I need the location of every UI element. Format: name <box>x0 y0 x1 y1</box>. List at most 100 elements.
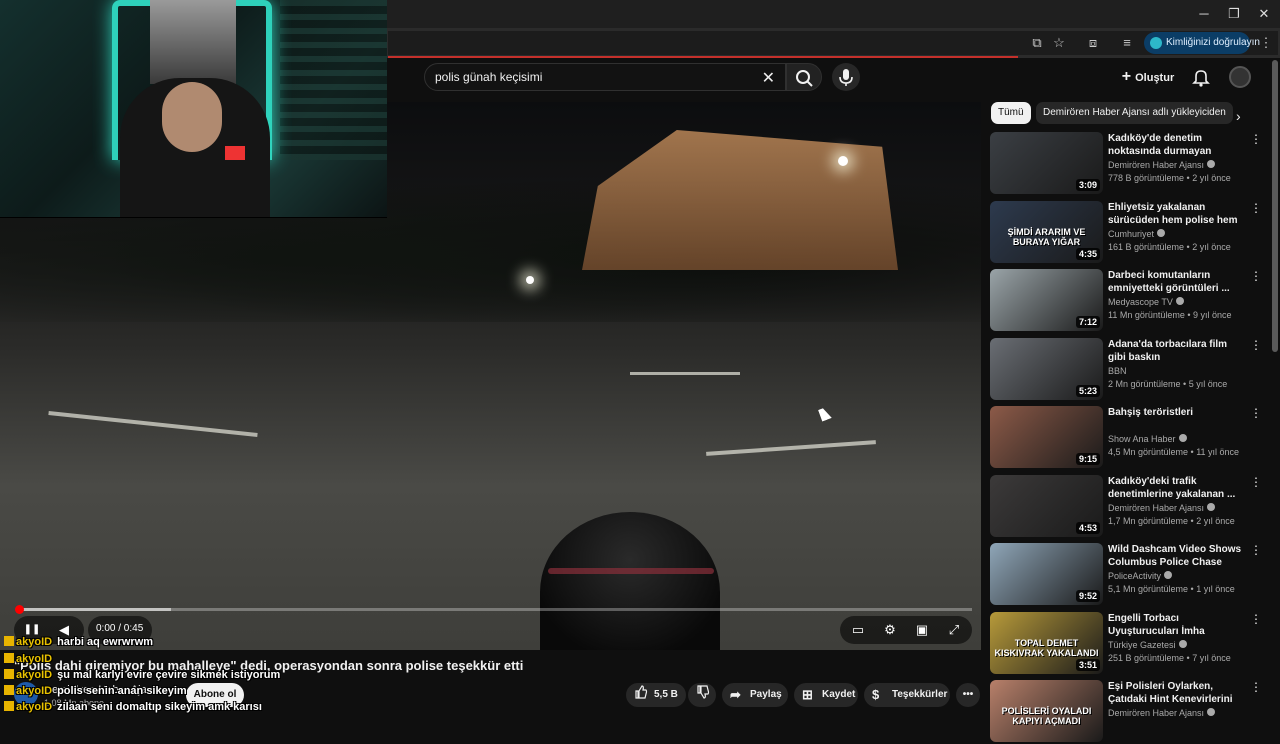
more-options-icon[interactable]: ⋮ <box>1250 543 1262 559</box>
recommendation-meta: 5,1 Mn görüntüleme • 1 yıl önce <box>1108 584 1235 594</box>
chat-text: şu mal karlyi evire çevire sikmek istiyo… <box>57 669 281 681</box>
chat-badge-icon <box>4 669 14 679</box>
chat-badge-icon <box>4 685 14 695</box>
bookmark-star-icon[interactable]: ☆ <box>1050 34 1068 52</box>
voice-search-button[interactable] <box>832 63 860 91</box>
video-thumbnail[interactable]: POLİSLERİ OYALADI KAPIYI AÇMADI <box>990 680 1103 742</box>
create-button[interactable]: + Oluştur <box>1114 63 1182 91</box>
account-avatar[interactable] <box>1229 66 1251 88</box>
recommendation-channel[interactable]: Demirören Haber Ajansı <box>1108 708 1248 718</box>
recommendation-title[interactable]: Kadıköy'deki trafik denetimlerine yakala… <box>1108 475 1246 501</box>
recommendation-channel[interactable]: Cumhuriyet <box>1108 228 1248 239</box>
chevron-right-icon[interactable]: › <box>1236 108 1250 124</box>
recommendation-title[interactable]: Ehliyetsiz yakalanan sürücüden hem polis… <box>1108 201 1246 227</box>
progress-bar[interactable] <box>15 605 972 614</box>
recommendation-channel[interactable]: PoliceActivity <box>1108 571 1248 581</box>
recommendation-title[interactable]: Adana'da torbacılara film gibi baskın <box>1108 338 1246 364</box>
subtitles-icon[interactable]: ▭ <box>848 620 868 640</box>
chip-from-uploader[interactable]: Demirören Haber Ajansı adlı yükleyiciden <box>1036 102 1233 124</box>
video-thumbnail[interactable]: 7:12 <box>990 269 1103 331</box>
recommendation-title[interactable]: Bahşiş teröristleri <box>1108 406 1246 419</box>
more-options-icon[interactable]: ⋮ <box>1250 475 1262 491</box>
video-duration: 4:35 <box>1075 247 1100 260</box>
video-thumbnail[interactable]: 4:53 <box>990 474 1103 537</box>
scrubber-handle[interactable] <box>15 605 24 614</box>
video-thumbnail[interactable]: ŞİMDİ ARARIM VE BURAYA YIĞAR 4:35 <box>990 200 1103 263</box>
theater-mode-icon[interactable]: ▣ <box>912 620 932 640</box>
video-streetlight <box>838 156 848 166</box>
video-thumbnail[interactable]: 5:23 <box>990 337 1103 400</box>
share-button[interactable]: ➦ Paylaş <box>722 683 788 707</box>
recommendation-item[interactable]: 5:23 Adana'da torbacılara film gibi baskı… <box>990 337 1265 402</box>
verified-check-icon <box>1164 571 1173 579</box>
close-window-button[interactable]: ✕ <box>1248 4 1280 24</box>
dislike-button[interactable] <box>688 683 716 707</box>
recommendation-channel[interactable]: Demirören Haber Ajansı <box>1108 160 1248 170</box>
recommendation-title[interactable]: Wild Dashcam Video Shows Columbus Police… <box>1108 543 1246 569</box>
media-control-icon[interactable]: ≡ <box>1118 34 1136 52</box>
create-label: Oluştur <box>1135 72 1175 84</box>
more-options-icon[interactable]: ⋮ <box>1250 201 1262 217</box>
recommendation-item[interactable]: 7:12 Darbeci komutanların emniyetteki gör… <box>990 269 1265 333</box>
clear-search-icon[interactable]: ✕ <box>762 68 775 88</box>
recommendation-title[interactable]: Kadıköy'de denetim noktasında durmayan o… <box>1108 132 1246 158</box>
video-thumbnail[interactable]: 3:09 <box>990 132 1103 194</box>
more-options-icon[interactable]: ⋮ <box>1250 406 1262 422</box>
channel-label: Cumhuriyet <box>1108 228 1155 239</box>
webcam-microphone <box>225 146 245 160</box>
recommendation-title[interactable]: Engelli Torbacı Uyuşturucuları İmha Edem… <box>1108 612 1246 638</box>
restore-button[interactable]: ❐ <box>1218 4 1250 24</box>
more-options-icon[interactable]: ⋮ <box>1250 269 1262 285</box>
fullscreen-icon[interactable]: ⤢ <box>944 620 964 640</box>
like-button[interactable]: 5,5 B <box>626 683 686 707</box>
chat-message: akyoID polis senin anan sikeyim <box>4 685 187 699</box>
recommendation-title[interactable]: Eşi Polisleri Oylarken, Çatıdaki Hint Ke… <box>1108 680 1246 706</box>
profile-verify-button[interactable]: Kimliğinizi doğrulayın <box>1144 32 1260 54</box>
recommendation-channel[interactable]: Türkiye Gazetesi <box>1108 639 1248 650</box>
thumbnail-caption: POLİSLERİ OYALADI KAPIYI AÇMADI <box>1001 706 1092 726</box>
more-options-icon[interactable]: ⋮ <box>1250 338 1262 354</box>
recommendation-item[interactable]: 4:53 Kadıköy'deki trafik denetimlerine ya… <box>990 474 1265 539</box>
recommendation-item[interactable]: 9:15 Bahşiş teröristleri Show Ana Haber 4,5… <box>990 406 1265 470</box>
thanks-button[interactable]: $ Teşekkürler <box>864 683 950 707</box>
thanks-icon: $ <box>872 687 880 702</box>
more-options-icon[interactable]: ⋮ <box>1250 680 1262 696</box>
chat-badge-icon <box>4 636 14 646</box>
recommendation-item[interactable]: TOPAL DEMET KISKIVRAK YAKALANDI 3:51 Engel… <box>990 611 1265 676</box>
recommendation-item[interactable]: ŞİMDİ ARARIM VE BURAYA YIĞAR 4:35 Ehliyets… <box>990 200 1265 265</box>
more-actions-button[interactable]: ••• <box>956 683 980 707</box>
extensions-icon[interactable]: ⧈ <box>1084 34 1102 52</box>
recommendation-item[interactable]: 9:52 Wild Dashcam Video Shows Columbus Po… <box>990 543 1265 607</box>
video-duration: 9:52 <box>1075 590 1100 602</box>
recommendation-item[interactable]: POLİSLERİ OYALADI KAPIYI AÇMADI Eşi Polis… <box>990 680 1265 744</box>
chat-text: zilaan seni domaltıp sikeyim amk karısı <box>57 701 262 713</box>
recommendation-channel[interactable]: Medyascope TV <box>1108 297 1248 307</box>
search-button[interactable] <box>786 63 822 91</box>
install-app-icon[interactable]: ⧉ <box>1028 34 1046 52</box>
recommendation-channel[interactable]: BBN <box>1108 366 1248 376</box>
notifications-button[interactable] <box>1190 66 1212 88</box>
save-button[interactable]: ⊞ Kaydet <box>794 683 858 707</box>
search-input[interactable]: polis günah keçisimi ✕ <box>424 63 786 91</box>
verified-check-icon <box>1178 639 1187 648</box>
camera-lens-ring <box>548 568 714 574</box>
recommendation-channel[interactable]: Show Ana Haber <box>1108 434 1248 444</box>
recommendation-title[interactable]: Darbeci komutanların emniyetteki görüntü… <box>1108 269 1246 295</box>
video-thumbnail[interactable]: 9:52 <box>990 543 1103 605</box>
video-thumbnail[interactable]: 9:15 <box>990 406 1103 468</box>
chat-username: akyoID <box>16 701 53 713</box>
settings-gear-icon[interactable]: ⚙ <box>880 620 900 640</box>
video-duration: 3:51 <box>1075 658 1100 671</box>
webcam-wall-portrait <box>150 0 236 84</box>
video-duration: 7:12 <box>1075 316 1100 328</box>
more-options-icon[interactable]: ⋮ <box>1250 132 1262 148</box>
more-options-icon[interactable]: ⋮ <box>1250 612 1262 628</box>
chip-all[interactable]: Tümü <box>991 102 1031 124</box>
minimize-button[interactable]: ─ <box>1188 4 1220 24</box>
recommendation-channel[interactable]: Demirören Haber Ajansı <box>1108 502 1248 513</box>
browser-menu-icon[interactable]: ⋮ <box>1257 34 1275 52</box>
page-scrollbar[interactable] <box>1272 60 1278 352</box>
webcam-overlay <box>0 0 387 218</box>
video-thumbnail[interactable]: TOPAL DEMET KISKIVRAK YAKALANDI 3:51 <box>990 611 1103 674</box>
recommendation-item[interactable]: 3:09 Kadıköy'de denetim noktasında durmay… <box>990 132 1265 196</box>
